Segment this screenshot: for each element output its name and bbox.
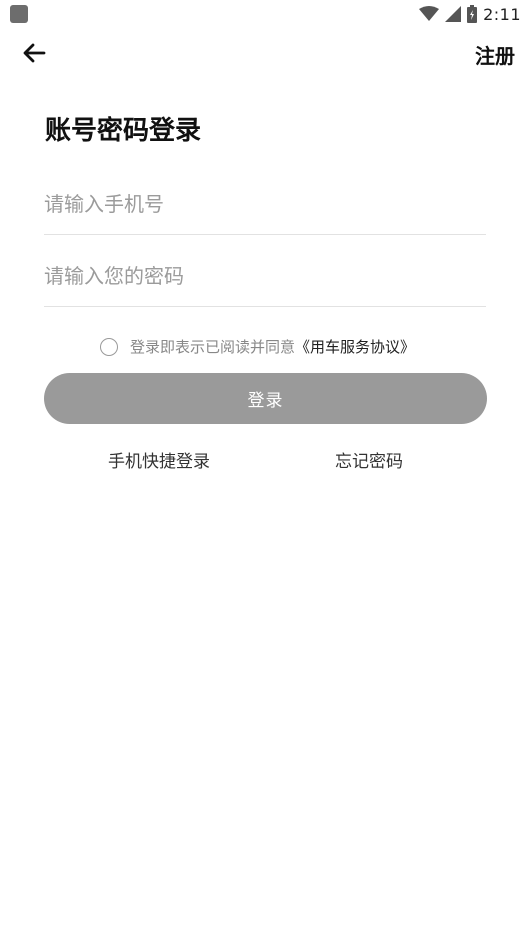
agreement-text: 登录即表示已阅读并同意 <box>130 338 296 356</box>
app-indicator-icon <box>10 5 28 23</box>
password-field <box>44 246 486 307</box>
phone-field <box>44 174 486 235</box>
service-agreement-link[interactable]: 《用车服务协议》 <box>295 336 415 357</box>
back-button[interactable] <box>22 40 48 66</box>
back-arrow-icon <box>23 43 46 63</box>
register-link[interactable]: 注册 <box>475 40 515 69</box>
agreement-checkbox[interactable] <box>100 337 118 356</box>
login-page: 2:11 注册 账号密码登录 登录即表示已阅读并同意 《用车服务协议》 登录 手… <box>0 0 531 947</box>
battery-icon <box>467 5 478 23</box>
page-title: 账号密码登录 <box>45 116 202 146</box>
phone-input[interactable] <box>44 174 486 234</box>
login-button[interactable]: 登录 <box>44 373 487 424</box>
wifi-icon <box>419 6 440 21</box>
status-indicators: 2:11 <box>419 4 521 24</box>
cellular-signal-icon <box>445 6 462 22</box>
password-input[interactable] <box>44 246 486 306</box>
agreement-row: 登录即表示已阅读并同意 《用车服务协议》 <box>100 336 415 357</box>
quick-login-link[interactable]: 手机快捷登录 <box>108 447 210 472</box>
status-time: 2:11 <box>483 4 521 24</box>
status-bar: 2:11 <box>0 0 531 28</box>
forgot-password-link[interactable]: 忘记密码 <box>335 447 403 472</box>
